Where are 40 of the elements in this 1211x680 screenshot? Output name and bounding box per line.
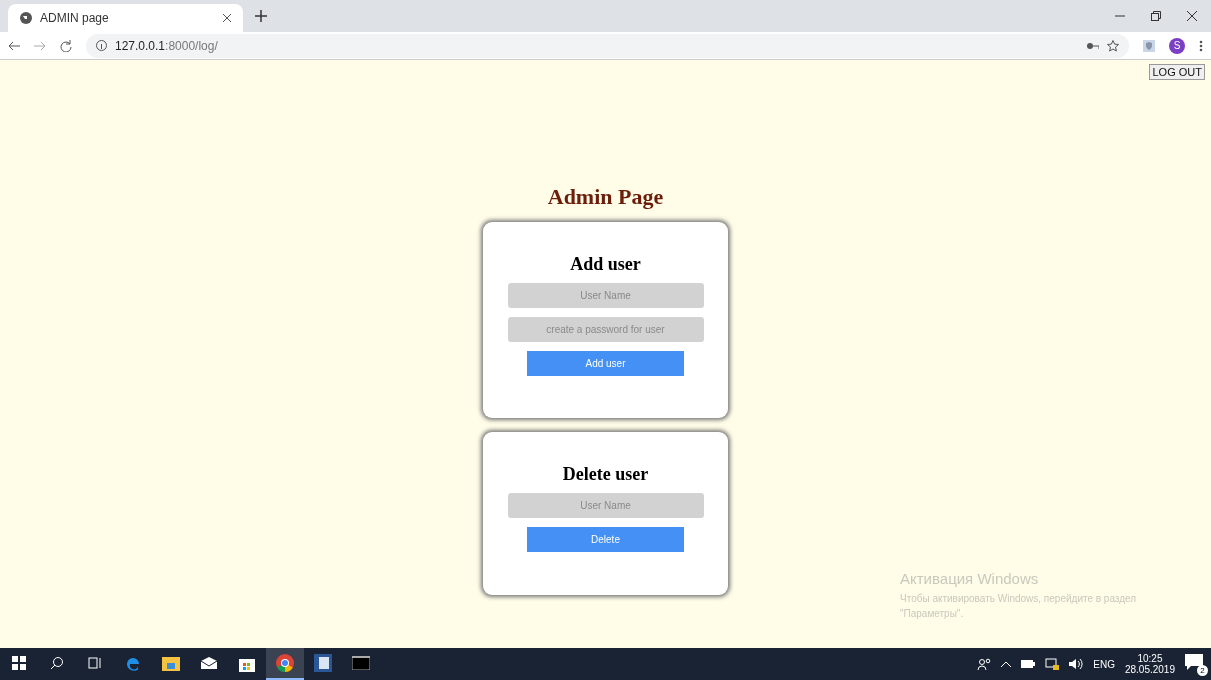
notification-count: 2 [1197, 665, 1208, 676]
back-icon[interactable] [8, 40, 20, 51]
task-view-icon [88, 656, 102, 670]
key-icon[interactable] [1087, 41, 1099, 50]
browser-tab[interactable]: ADMIN page [8, 4, 243, 32]
close-icon[interactable] [223, 14, 231, 22]
battery-icon[interactable] [1021, 660, 1036, 668]
menu-icon[interactable] [1199, 39, 1203, 52]
extension-shield-icon[interactable] [1143, 39, 1155, 52]
star-icon[interactable] [1107, 39, 1119, 52]
reload-icon[interactable] [60, 39, 72, 52]
profile-avatar[interactable]: S [1169, 37, 1185, 54]
new-tab-icon[interactable] [255, 10, 267, 22]
address-bar[interactable]: 127.0.0.1:8000/log/ [86, 33, 1129, 58]
windows-logo-icon [12, 656, 26, 670]
page-title: Admin Page [547, 184, 664, 210]
url-host: 127.0.0.1 [115, 38, 166, 53]
search-icon [50, 656, 64, 670]
restore-icon[interactable] [1151, 11, 1161, 21]
card-heading: Delete user [562, 464, 649, 485]
tab-title: ADMIN page [40, 11, 110, 25]
info-icon [96, 40, 107, 51]
mail-icon [200, 656, 218, 670]
url-path: :8000/log/ [165, 38, 218, 53]
input-field[interactable]: User Name [507, 493, 704, 518]
input-field[interactable]: User Name [507, 283, 704, 308]
terminal-icon [352, 656, 370, 670]
folder-icon [162, 655, 180, 671]
people-icon[interactable] [977, 658, 992, 670]
network-icon[interactable] [1045, 658, 1060, 670]
chrome-browser-icon [276, 654, 294, 672]
language-indicator[interactable]: ENG [1093, 658, 1115, 670]
input-field[interactable]: create a password for user [507, 317, 704, 342]
speaker-icon[interactable] [1069, 659, 1084, 669]
card-heading: Add user [570, 254, 641, 275]
chevron-up-icon[interactable] [1001, 661, 1012, 667]
clock[interactable]: 10:25 28.05.2019 [1124, 653, 1175, 675]
logout-button[interactable]: LOG OUT [1149, 64, 1205, 80]
document-app-icon [314, 654, 332, 672]
close-icon[interactable] [1187, 11, 1197, 21]
